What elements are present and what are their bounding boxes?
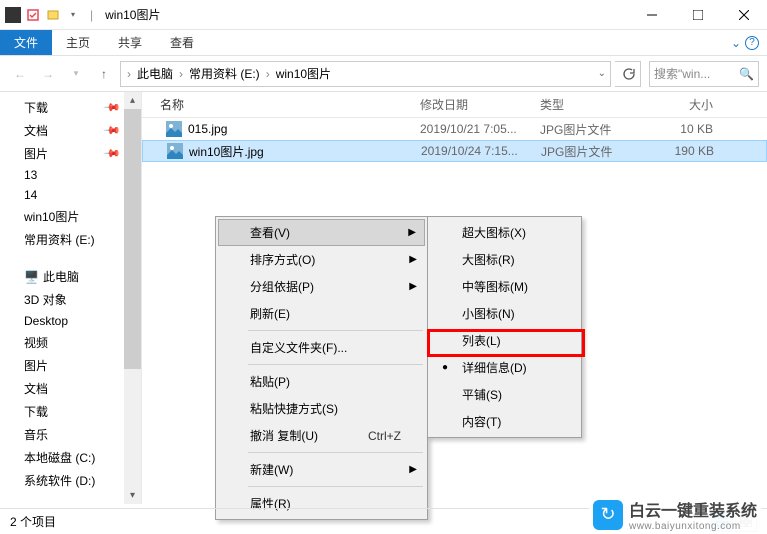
menu-item[interactable]: 粘贴快捷方式(S) [218,395,425,422]
menu-item[interactable]: 中等图标(M) [430,273,579,300]
submenu-arrow-icon: ▶ [409,281,417,292]
navbar: ← → ▾ ↑ › 此电脑 › 常用资料 (E:) › win10图片 ⌄ 搜索… [0,56,767,92]
breadcrumb-root[interactable]: 此电脑 [133,65,177,82]
sidebar-item[interactable]: 3D 对象 [0,288,141,311]
sidebar-item[interactable]: 文档 [0,377,141,400]
titlebar: ▾ | win10图片 [0,0,767,30]
submenu-arrow-icon: ▶ [409,464,417,475]
scroll-up-button[interactable]: ▴ [124,92,141,109]
menu-item[interactable]: 查看(V)▶ [218,219,425,246]
sidebar-item[interactable]: 本地磁盘 (C:) [0,446,141,469]
search-placeholder: 搜索"win... [654,65,710,82]
sidebar-item[interactable]: 音乐 [0,423,141,446]
chevron-right-icon: › [125,67,133,81]
menu-item[interactable]: 粘贴(P) [218,368,425,395]
ribbon-tab-view[interactable]: 查看 [156,30,208,55]
menu-item[interactable]: 内容(T) [430,408,579,435]
minimize-button[interactable] [629,0,675,30]
sidebar-item[interactable]: 文档📌 [0,119,141,142]
pin-icon: 📌 [103,144,122,163]
submenu-arrow-icon: ▶ [409,254,417,265]
file-row[interactable]: win10图片.jpg2019/10/24 7:15...JPG图片文件190 … [142,140,767,162]
menu-item[interactable]: 分组依据(P)▶ [218,273,425,300]
context-menu-main: 查看(V)▶排序方式(O)▶分组依据(P)▶刷新(E) 自定义文件夹(F)... 粘… [215,216,428,520]
nav-forward-button[interactable]: → [36,62,60,86]
pin-icon: 📌 [103,121,122,140]
menu-item[interactable]: 新建(W)▶ [218,456,425,483]
watermark: ↻ 白云一键重装系统 www.baiyunxitong.com [589,495,761,534]
window-title: win10图片 [105,6,160,23]
sidebar-this-pc[interactable]: 🖥️ 此电脑 [0,265,141,288]
address-dropdown-icon[interactable]: ⌄ [598,68,606,79]
maximize-button[interactable] [675,0,721,30]
pin-icon: 📌 [103,98,122,117]
close-button[interactable] [721,0,767,30]
nav-up-button[interactable]: ↑ [92,62,116,86]
menu-item[interactable]: 超大图标(X) [430,219,579,246]
col-type-header[interactable]: 类型 [532,96,642,113]
menu-item[interactable]: ●详细信息(D) [430,354,579,381]
pc-icon: 🖥️ [24,270,39,284]
status-text: 2 个项目 [10,513,56,530]
watermark-text: 白云一键重装系统 [629,497,757,521]
sidebar-item[interactable]: 图片📌 [0,142,141,165]
submenu-arrow-icon: ▶ [408,227,416,238]
ribbon: 文件 主页 共享 查看 ⌄ ? [0,30,767,56]
sidebar-item[interactable]: 常用资料 (E:) [0,228,141,251]
menu-item[interactable]: 撤消 复制(U)Ctrl+Z [218,422,425,449]
sidebar-item[interactable]: Desktop [0,311,141,331]
app-icon [4,6,22,24]
breadcrumb-part[interactable]: 常用资料 (E:) [185,65,264,82]
file-row[interactable]: 015.jpg2019/10/21 7:05...JPG图片文件10 KB [142,118,767,140]
sidebar: 下载📌文档📌图片📌1314win10图片常用资料 (E:) 🖥️ 此电脑 3D … [0,92,142,504]
sidebar-item[interactable]: 下载📌 [0,96,141,119]
refresh-button[interactable] [615,61,641,87]
menu-item[interactable]: 自定义文件夹(F)... [218,334,425,361]
scroll-down-button[interactable]: ▾ [124,487,141,504]
search-icon: 🔍 [739,67,754,81]
nav-history-dropdown[interactable]: ▾ [64,62,88,86]
menu-item[interactable]: 排序方式(O)▶ [218,246,425,273]
sidebar-item[interactable]: 视频 [0,331,141,354]
image-file-icon [167,143,183,159]
watermark-logo-icon: ↻ [593,500,623,530]
menu-item[interactable]: 平铺(S) [430,381,579,408]
search-input[interactable]: 搜索"win... 🔍 [649,61,759,87]
sidebar-item[interactable]: 系统软件 (D:) [0,469,141,492]
sidebar-item[interactable]: 下载 [0,400,141,423]
col-name-header[interactable]: 名称 [142,96,412,113]
ribbon-tab-share[interactable]: 共享 [104,30,156,55]
col-date-header[interactable]: 修改日期 [412,96,532,113]
scrollbar-thumb[interactable] [124,109,141,369]
ribbon-tab-home[interactable]: 主页 [52,30,104,55]
qat-dropdown-icon[interactable]: ▾ [64,6,82,24]
menu-item[interactable]: 小图标(N) [430,300,579,327]
address-bar[interactable]: › 此电脑 › 常用资料 (E:) › win10图片 ⌄ [120,61,611,87]
sidebar-item[interactable]: 13 [0,165,141,185]
sidebar-item[interactable]: 图片 [0,354,141,377]
image-file-icon [166,121,182,137]
qat-icon-2[interactable] [44,6,62,24]
sidebar-item[interactable]: 14 [0,185,141,205]
menu-item[interactable]: 大图标(R) [430,246,579,273]
menu-item[interactable]: 刷新(E) [218,300,425,327]
ribbon-expand-icon[interactable]: ⌄ [731,36,741,50]
ribbon-tab-file[interactable]: 文件 [0,30,52,55]
qat-icon-1[interactable] [24,6,42,24]
bullet-icon: ● [442,362,448,373]
column-headers: 名称 修改日期 类型 大小 [142,92,767,118]
menu-item[interactable]: 列表(L) [430,327,579,354]
col-size-header[interactable]: 大小 [642,96,722,113]
ribbon-help-icon[interactable]: ? [745,36,759,50]
breadcrumb-part[interactable]: win10图片 [272,65,335,82]
sidebar-item[interactable]: win10图片 [0,205,141,228]
nav-back-button[interactable]: ← [8,62,32,86]
context-menu-view: 超大图标(X)大图标(R)中等图标(M)小图标(N)列表(L)●详细信息(D)平… [427,216,582,438]
watermark-url: www.baiyunxitong.com [629,521,757,532]
